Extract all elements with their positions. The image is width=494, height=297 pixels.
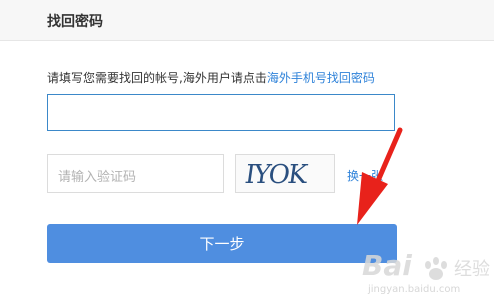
baidu-watermark-logo: Bai 经验 jingyan.baidu.com bbox=[362, 249, 490, 295]
paw-icon bbox=[425, 257, 447, 280]
watermark-site: jingyan.baidu.com bbox=[367, 284, 460, 295]
svg-text:经验: 经验 bbox=[454, 259, 490, 280]
watermark-brand: Bai bbox=[362, 249, 412, 282]
